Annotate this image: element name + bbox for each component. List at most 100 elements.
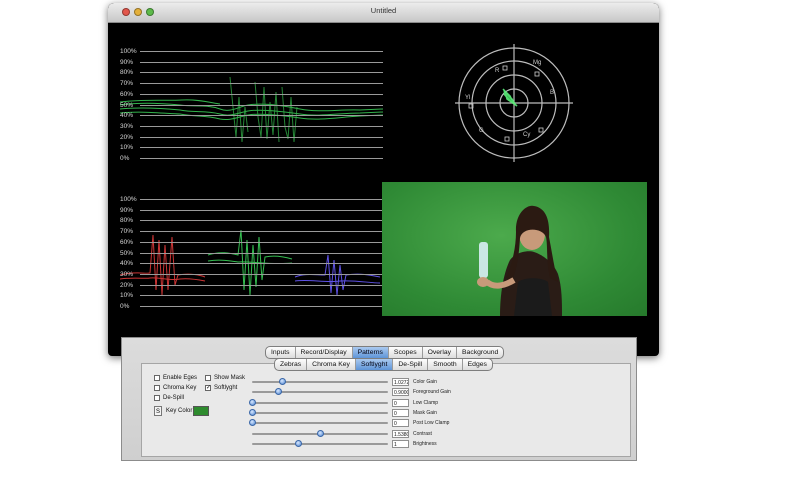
mask-gain-slider-knob[interactable]: [249, 408, 256, 416]
enable-edges-label: Enable Eges: [163, 375, 198, 381]
tab-inputs[interactable]: Inputs: [266, 347, 296, 358]
enable-edges-checkbox[interactable]: Enable Eges: [154, 375, 197, 381]
color-gain-slider[interactable]: [252, 378, 388, 385]
key-color-select-button[interactable]: S: [154, 406, 162, 416]
brightness-slider-knob[interactable]: [295, 439, 303, 447]
de-spill-checkbox[interactable]: De-Spill: [154, 395, 184, 401]
post-low-clamp-slider[interactable]: [249, 419, 388, 427]
scope-percent-label: 40%: [120, 260, 134, 268]
subtab-softlyght[interactable]: Softlyght: [355, 359, 394, 370]
show-mask-box[interactable]: [205, 375, 211, 381]
vectorscope-graticule: R Mg B Cy G Yl: [455, 44, 573, 162]
title-bar[interactable]: Untitled: [108, 3, 659, 23]
scope-gridline: [140, 93, 383, 95]
scope-percent-label: 50%: [120, 249, 134, 257]
scope-gridline: [140, 136, 383, 138]
vectorscope: R Mg B Cy G Yl: [455, 44, 575, 164]
scope-percent-label: 100%: [120, 48, 137, 55]
window-title: Untitled: [370, 6, 397, 15]
de-spill-label: De-Spill: [163, 395, 185, 401]
subtab-edges[interactable]: Edges: [463, 359, 492, 370]
tab-patterns[interactable]: Patterns: [352, 347, 389, 358]
foreground-gain-label: Foreground Gain: [413, 389, 451, 396]
contrast-slider[interactable]: [252, 429, 388, 437]
scope-gridline: [140, 273, 383, 275]
scope-percent-label: 30%: [120, 122, 134, 130]
color-gain-slider-knob[interactable]: [278, 378, 286, 385]
chroma-key-box[interactable]: [154, 385, 160, 391]
scope-percent-label: 40%: [120, 112, 134, 120]
rgb-parade-scope: 100% 90% 80% 70% 60% 50% 40% 30% 20% 10% 0%: [120, 195, 383, 313]
low-clamp-slider-knob[interactable]: [249, 398, 256, 406]
mask-gain-slider[interactable]: [249, 408, 388, 416]
foreground-gain-slider[interactable]: [252, 388, 388, 396]
scope-percent-label: 90%: [120, 58, 134, 66]
scope-percent-label: 70%: [120, 80, 134, 88]
scope-gridline: [140, 284, 383, 286]
scope-percent-label: 0%: [120, 155, 130, 162]
scope-gridline: [140, 125, 383, 127]
vector-label-g: G: [479, 128, 484, 134]
scope-gridline: [140, 220, 383, 222]
scope-gridline: [140, 263, 383, 265]
scope-percent-label: 20%: [120, 133, 134, 141]
contrast-slider-knob[interactable]: [317, 429, 324, 437]
tab-record-display[interactable]: Record/Display: [296, 347, 353, 358]
video-preview: [382, 182, 647, 316]
foreground-gain-value-field[interactable]: 0.9000: [392, 388, 409, 397]
enable-edges-box[interactable]: [154, 375, 160, 381]
show-mask-checkbox[interactable]: Show Mask: [205, 375, 245, 381]
softlyght-checkbox[interactable]: ✓ Softlyght: [205, 385, 237, 391]
contrast-label: Contrast: [413, 430, 432, 437]
brightness-value-field[interactable]: 1: [392, 439, 409, 448]
scope-gridline: [140, 158, 383, 159]
de-spill-box[interactable]: [154, 395, 160, 401]
scope-gridline: [140, 72, 383, 74]
mask-gain-label: Mask Gain: [413, 409, 437, 416]
scope-gridline: [140, 147, 383, 149]
scope-percent-label: 60%: [120, 238, 134, 246]
color-gain-value-field[interactable]: 1.0272: [392, 378, 409, 386]
subtab-chroma-key[interactable]: Chroma Key: [307, 359, 356, 370]
scope-gridline: [140, 295, 383, 297]
scope-gridline: [140, 51, 383, 52]
scope-percent-label: 0%: [120, 303, 130, 310]
scope-percent-label: 90%: [120, 206, 134, 214]
scope-gridline: [140, 115, 383, 117]
low-clamp-label: Low Clamp: [413, 399, 439, 406]
low-clamp-value-field[interactable]: 0: [392, 398, 409, 407]
scope-gridline: [140, 83, 383, 85]
scope-gridline: [140, 252, 383, 254]
chroma-key-checkbox[interactable]: Chroma Key: [154, 385, 196, 391]
scope-gridline: [140, 231, 383, 233]
post-low-clamp-label: Post Low Clamp: [413, 420, 450, 427]
scope-percent-label: 70%: [120, 228, 134, 236]
luma-waveform-scope: 100% 90% 80% 70% 60% 50% 40% 30% 20% 10% 0%: [120, 47, 383, 165]
vector-label-mg: Mg: [533, 60, 541, 66]
subject-figure: [477, 205, 562, 316]
tab-background[interactable]: Background: [457, 347, 503, 358]
brightness-slider[interactable]: [252, 439, 388, 447]
tab-overlay[interactable]: Overlay: [423, 347, 458, 358]
scope-gridline: [140, 61, 383, 63]
vector-label-r: R: [495, 68, 500, 74]
low-clamp-slider[interactable]: [249, 398, 388, 406]
subtab-smooth[interactable]: Smooth: [428, 359, 463, 370]
tab-scopes[interactable]: Scopes: [389, 347, 423, 358]
chroma-key-label: Chroma Key: [163, 385, 197, 391]
scope-gridline: [140, 241, 383, 243]
subtab-de-spill[interactable]: De-Spill: [393, 359, 429, 370]
scope-percent-label: 10%: [120, 292, 134, 300]
post-low-clamp-value-field[interactable]: 0: [392, 419, 409, 428]
show-mask-label: Show Mask: [214, 375, 246, 381]
mask-gain-value-field[interactable]: 0: [392, 408, 409, 417]
scope-percent-label: 50%: [120, 101, 134, 109]
softlyght-box[interactable]: ✓: [205, 385, 211, 391]
softlyght-label: Softlyght: [214, 385, 238, 391]
contrast-value-field[interactable]: 1.5380: [392, 429, 409, 438]
subtab-zebras[interactable]: Zebras: [275, 359, 308, 370]
vector-label-b: B: [550, 90, 554, 96]
vector-label-cy: Cy: [523, 132, 530, 138]
scope-percent-label: 60%: [120, 90, 134, 98]
key-color-swatch[interactable]: [193, 406, 209, 416]
